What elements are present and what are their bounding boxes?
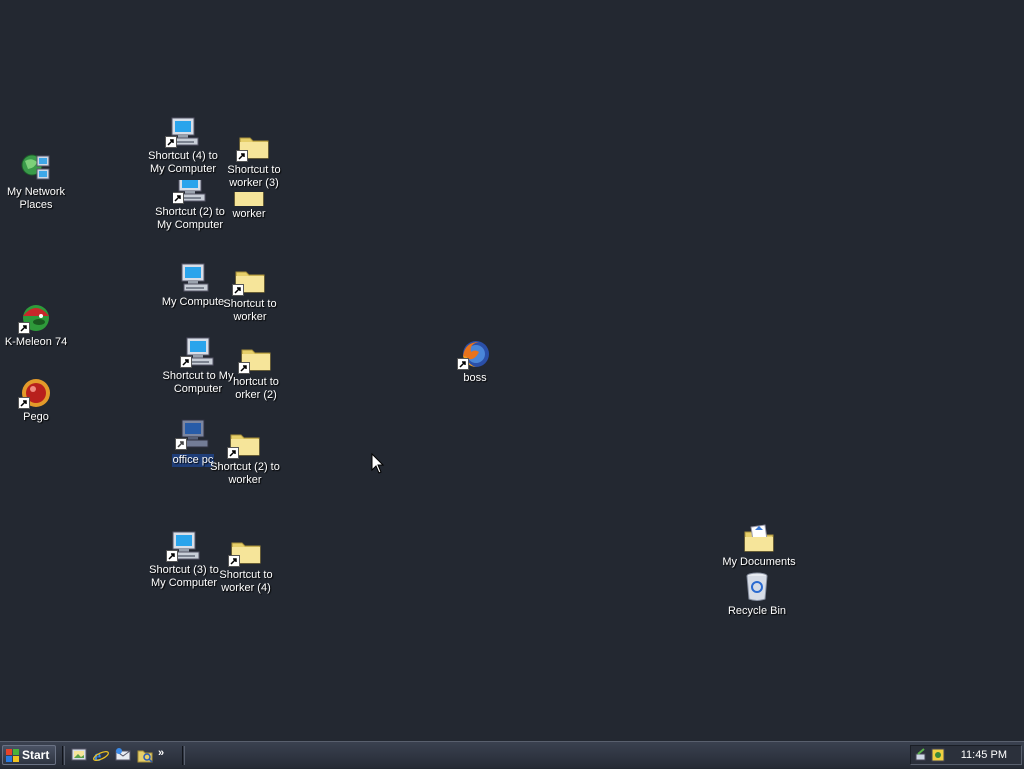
shortcut-arrow-icon: [227, 447, 239, 459]
folder-icon: [228, 535, 263, 567]
computer-icon: [175, 418, 210, 450]
folder-icon: [232, 192, 266, 206]
start-button[interactable]: Start: [2, 745, 56, 765]
shortcut-arrow-icon: [228, 555, 240, 567]
network-tray-icon[interactable]: [915, 748, 929, 762]
pego-icon: [18, 377, 53, 409]
shortcut-arrow-icon: [18, 397, 30, 409]
my-documents-folder-icon: [742, 522, 776, 554]
outlook-express-icon[interactable]: [114, 746, 132, 764]
computer-icon: [173, 180, 207, 204]
taskbar-divider: [182, 746, 185, 765]
recycle-bin-icon: [740, 571, 774, 603]
chevron-right-icon[interactable]: »: [158, 746, 168, 764]
computer-icon: [176, 262, 210, 294]
folder-icon: [236, 130, 271, 162]
shortcut-arrow-icon: [175, 438, 187, 450]
boss-shortcut[interactable]: boss: [437, 338, 513, 385]
taskbar-divider: [62, 746, 65, 765]
folder-icon: [232, 264, 267, 296]
shortcut-worker-4[interactable]: Shortcut to worker (4): [208, 535, 284, 595]
windows-explorer-icon[interactable]: [136, 746, 154, 764]
shortcut-arrow-icon: [238, 362, 250, 374]
security-tray-icon[interactable]: [931, 748, 945, 762]
computer-icon: [180, 336, 215, 368]
shortcut-arrow-icon: [165, 136, 177, 148]
clock[interactable]: 11:45 PM: [961, 749, 1007, 761]
network-places-icon: [19, 152, 53, 184]
shortcut-worker[interactable]: Shortcut to worker: [212, 264, 288, 324]
worker-folder[interactable]: worker: [211, 192, 287, 221]
folder-icon: [238, 342, 273, 374]
desktop: My Network Places K-Meleon 74 Pego Short…: [0, 0, 1024, 741]
taskbar: Start e » 11:45 PM: [0, 741, 1024, 768]
shortcut-arrow-icon: [166, 550, 178, 562]
start-label: Start: [22, 748, 50, 762]
pego-shortcut[interactable]: Pego: [0, 377, 74, 424]
shortcut-arrow-icon: [173, 192, 184, 204]
shortcut-4-my-computer[interactable]: Shortcut (4) to My Computer: [145, 116, 221, 176]
shortcut-arrow-icon: [18, 322, 30, 334]
quick-launch-bar: e »: [70, 746, 168, 765]
shortcut-arrow-icon: [236, 150, 248, 162]
my-network-places-shortcut[interactable]: My Network Places: [0, 152, 74, 212]
shortcut-2-worker[interactable]: Shortcut (2) to worker: [207, 427, 283, 487]
shortcut-arrow-icon: [232, 284, 244, 296]
system-tray: 11:45 PM: [910, 745, 1022, 765]
shortcut-arrow-icon: [180, 356, 192, 368]
my-documents[interactable]: My Documents: [721, 522, 797, 569]
shortcut-arrow-icon: [457, 358, 469, 370]
firefox-icon: [457, 338, 492, 370]
k-meleon-icon: [18, 302, 53, 334]
folder-icon: [227, 427, 262, 459]
mouse-cursor-icon: [371, 452, 385, 475]
internet-explorer-icon[interactable]: e: [92, 746, 110, 765]
show-desktop-icon[interactable]: [70, 746, 88, 764]
computer-icon: [166, 530, 201, 562]
windows-logo-icon: [6, 748, 19, 762]
shortcut-worker-2[interactable]: hortcut to orker (2): [218, 342, 294, 402]
recycle-bin[interactable]: Recycle Bin: [719, 571, 795, 618]
k-meleon-shortcut[interactable]: K-Meleon 74: [0, 302, 74, 349]
computer-icon: [165, 116, 200, 148]
